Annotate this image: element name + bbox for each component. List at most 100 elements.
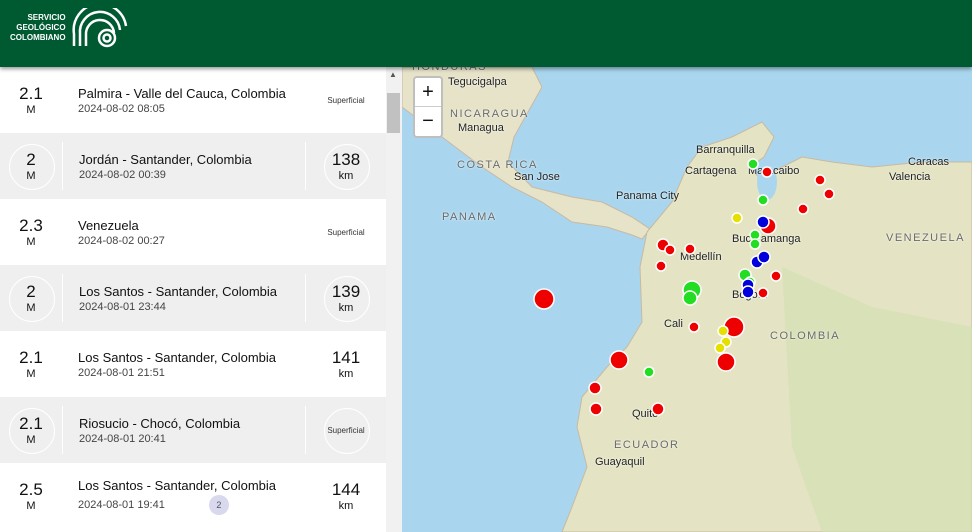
earthquake-marker-red[interactable] — [797, 203, 809, 215]
event-time: 2024-08-02 00:39 — [79, 169, 305, 181]
event-place: Los Santos - Santander, Colombia — [78, 477, 277, 493]
event-time: 2024-08-01 21:51 — [78, 367, 306, 379]
depth: 138 km — [306, 138, 386, 194]
logo-text: SERVICIO GEOLÓGICO COLOMBIANO — [10, 13, 66, 43]
depth: Superficial — [306, 402, 386, 458]
depth-value: Superficial — [327, 425, 365, 435]
magnitude-value: 2 — [26, 282, 36, 301]
event-row[interactable]: 2.1 M Riosucio - Chocó, Colombia 2024-08-0… — [0, 397, 386, 463]
event-info: Los Santos - Santander, Colombia 2024-08-… — [62, 472, 306, 520]
count-badge: 2 — [208, 494, 229, 515]
earthquake-marker-red[interactable] — [814, 174, 826, 186]
earthquake-marker-red[interactable] — [589, 402, 603, 416]
zoom-in-button[interactable]: + — [415, 78, 441, 107]
earthquake-marker-green[interactable] — [749, 238, 761, 250]
scroll-up-icon[interactable]: ▲ — [389, 70, 397, 79]
event-row[interactable]: 2.1 M Los Santos - Santander, Colombia 202… — [0, 331, 386, 397]
earthquake-marker-green[interactable] — [643, 366, 655, 378]
earthquake-marker-red[interactable] — [609, 350, 629, 370]
magnitude-unit: M — [26, 302, 36, 314]
earthquake-marker-red[interactable] — [588, 381, 602, 395]
earthquake-marker-green[interactable] — [682, 290, 698, 306]
earthquake-marker-yellow[interactable] — [717, 325, 729, 337]
earthquake-marker-red[interactable] — [533, 288, 555, 310]
header: SERVICIO GEOLÓGICO COLOMBIANO — [0, 0, 972, 67]
earthquake-marker-red[interactable] — [651, 402, 665, 416]
magnitude: 2.5 M — [0, 468, 62, 524]
earthquake-marker-red[interactable] — [770, 270, 782, 282]
event-info: Venezuela 2024-08-02 00:27 — [62, 208, 306, 256]
magnitude-unit: M — [26, 104, 36, 116]
event-info: Los Santos - Santander, Colombia 2024-08-… — [62, 340, 306, 388]
magnitude-unit: M — [26, 500, 36, 512]
earthquake-marker-yellow[interactable] — [714, 342, 726, 354]
earthquake-marker-red[interactable] — [688, 321, 700, 333]
event-time: 2024-08-02 08:05 — [78, 103, 306, 115]
depth: 141 km — [306, 336, 386, 392]
earthquake-marker-red[interactable] — [761, 166, 773, 178]
depth-value: Superficial — [327, 95, 365, 105]
magnitude-value: 2.1 — [19, 348, 43, 367]
event-row[interactable]: 2.5 M Los Santos - Santander, Colombia 202… — [0, 463, 386, 529]
magnitude: 2.3 M — [0, 204, 62, 260]
sgc-logo[interactable]: SERVICIO GEOLÓGICO COLOMBIANO — [10, 8, 130, 48]
earthquake-marker-blue[interactable] — [741, 285, 755, 299]
depth-value: 144 — [331, 480, 361, 499]
magnitude-unit: M — [26, 368, 36, 380]
magnitude: 2.1 M — [0, 402, 62, 458]
earthquake-marker-red[interactable] — [716, 352, 736, 372]
event-time: 2024-08-01 20:41 — [79, 433, 305, 445]
event-row[interactable]: 2M Jordán - Santander, Colombia 2024-08-0… — [0, 133, 386, 199]
depth: Superficial — [306, 204, 386, 260]
earthquake-marker-red[interactable] — [757, 287, 769, 299]
event-info: Los Santos - Santander, Colombia 2024-08-… — [62, 274, 306, 322]
event-place: Venezuela — [78, 217, 139, 233]
scrollbar-thumb[interactable] — [387, 93, 400, 133]
earthquake-marker-blue[interactable] — [756, 215, 770, 229]
event-info: Riosucio - Chocó, Colombia 2024-08-01 20:… — [62, 406, 306, 454]
event-time-text: 2024-08-01 20:41 — [79, 432, 166, 445]
event-time-text: 2024-08-02 00:39 — [79, 168, 166, 181]
depth-unit: km — [338, 302, 354, 314]
magnitude: 2M — [0, 270, 62, 326]
depth-unit: km — [338, 170, 354, 182]
map[interactable]: + − HONDURAS NICARAGUA COSTA RICA PANAMA COL… — [402, 67, 972, 532]
event-list: 2.1 M Palmira - Valle del Cauca, Colombia… — [0, 67, 386, 532]
magnitude-unit: M — [26, 170, 36, 182]
earthquake-marker-yellow[interactable] — [731, 212, 743, 224]
event-row[interactable]: 2.1 M Palmira - Valle del Cauca, Colombia… — [0, 67, 386, 133]
scrollbar[interactable] — [386, 67, 402, 532]
zoom-control: + − — [413, 76, 443, 138]
depth: Superficial — [306, 72, 386, 128]
event-time-text: 2024-08-02 00:27 — [78, 234, 165, 247]
depth-value: 139 — [331, 282, 361, 301]
event-time-text: 2024-08-01 21:51 — [78, 366, 165, 379]
logo-line: GEOLÓGICO — [16, 23, 66, 32]
earthquake-marker-red[interactable] — [684, 243, 696, 255]
magnitude: 2.1 M — [0, 336, 62, 392]
magnitude-value: 2.1 — [19, 84, 43, 103]
depth-unit: km — [338, 500, 354, 512]
event-row[interactable]: 2M Los Santos - Santander, Colombia 2024-… — [0, 265, 386, 331]
magnitude-unit: M — [26, 434, 36, 446]
earthquake-marker-red[interactable] — [655, 260, 667, 272]
event-place: Palmira - Valle del Cauca, Colombia — [78, 85, 286, 101]
logo-line: COLOMBIANO — [10, 33, 66, 42]
earthquake-marker-blue[interactable] — [757, 250, 771, 264]
earthquake-marker-red[interactable] — [664, 244, 676, 256]
event-time-text: 2024-08-01 19:41 — [78, 498, 165, 511]
earthquake-markers — [533, 158, 835, 416]
event-place: Riosucio - Chocó, Colombia — [79, 415, 241, 431]
event-time-text: 2024-08-01 23:44 — [79, 300, 166, 313]
event-row[interactable]: 2.3 M Venezuela 2024-08-02 00:27 Superfici… — [0, 199, 386, 265]
magnitude-unit: M — [26, 236, 36, 248]
magnitude-value: 2 — [26, 150, 36, 169]
event-place: Los Santos - Santander, Colombia — [78, 349, 277, 365]
event-time-text: 2024-08-02 08:05 — [78, 102, 165, 115]
zoom-out-button[interactable]: − — [415, 107, 441, 136]
earthquake-marker-red[interactable] — [823, 188, 835, 200]
earthquake-marker-green[interactable] — [757, 194, 769, 206]
earthquake-marker-green[interactable] — [747, 158, 759, 170]
depth-value: Superficial — [327, 227, 365, 237]
magnitude: 2.1 M — [0, 72, 62, 128]
